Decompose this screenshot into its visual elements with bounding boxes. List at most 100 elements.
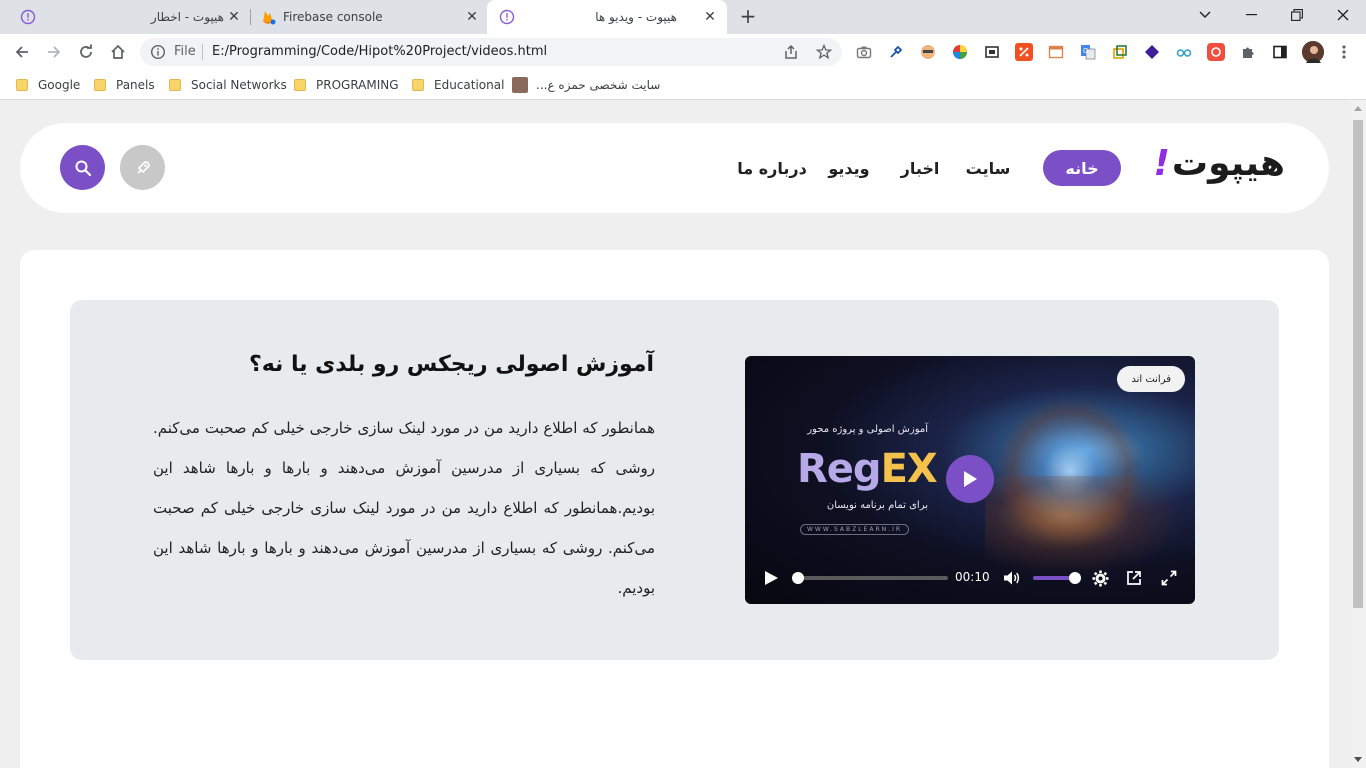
window-extension-icon[interactable] — [1047, 43, 1065, 61]
pip-button[interactable] — [1124, 568, 1144, 588]
nav-label: ویدیو — [828, 158, 870, 178]
color-wheel-extension-icon[interactable] — [951, 43, 969, 61]
play-button[interactable] — [761, 568, 781, 588]
browser-tab-videos[interactable]: هیپوت - ویدیو ها ✕ — [487, 0, 727, 34]
bookmark-label: Social Networks — [191, 78, 287, 92]
bookmark-panels[interactable]: Panels — [94, 76, 155, 94]
profile-avatar[interactable] — [1302, 41, 1324, 63]
page-scrollbar[interactable] — [1350, 101, 1366, 768]
bookmark-google[interactable]: Google — [16, 76, 80, 94]
close-icon[interactable]: ✕ — [226, 9, 242, 25]
browser-tab-firebase[interactable]: Firebase console ✕ — [252, 0, 486, 34]
poster-title-part: EX — [880, 446, 938, 492]
big-play-button[interactable] — [946, 455, 994, 503]
play-icon — [964, 471, 977, 487]
star-icon[interactable] — [815, 43, 833, 61]
side-panel-icon[interactable] — [1271, 43, 1289, 61]
minimize-button[interactable] — [1228, 0, 1274, 30]
bookmarks-bar: Google Panels Social Networks PROGRAMING… — [0, 70, 1366, 100]
bookmark-label: Google — [38, 78, 81, 92]
tab-search-button[interactable] — [1182, 0, 1228, 30]
reload-button[interactable] — [74, 40, 98, 64]
close-icon[interactable]: ✕ — [464, 9, 480, 25]
home-button[interactable] — [106, 40, 130, 64]
arrow-left-icon — [15, 46, 28, 58]
layers-extension-icon[interactable] — [1143, 43, 1161, 61]
mute-button[interactable] — [1002, 568, 1022, 588]
page-viewport: ! هیپوت خانه سایت اخبار ویدیو درباره ما … — [0, 101, 1350, 768]
browser-tab-warning[interactable]: هیپوت - اخطار ✕ — [8, 0, 248, 34]
search-button[interactable] — [60, 145, 105, 190]
nav-news[interactable]: اخبار — [892, 150, 948, 186]
video-controls: 00:10 — [745, 562, 1195, 594]
bookmark-personal-site[interactable]: سایت شخصی حمزه ع... — [512, 76, 660, 94]
browser-toolbar: File E:/Programming/Code/Hipot%20Project… — [0, 34, 1366, 70]
scroll-up-icon[interactable] — [1354, 106, 1362, 111]
avatar-extension-icon[interactable] — [919, 43, 937, 61]
category-badge[interactable]: فرانت اند — [1117, 366, 1185, 392]
close-window-button[interactable] — [1320, 0, 1366, 30]
folder-icon — [169, 79, 181, 91]
puzzle-icon[interactable] — [1239, 43, 1257, 61]
glasses-extension-icon[interactable] — [1175, 43, 1193, 61]
svg-text:G: G — [1083, 47, 1088, 55]
logo-text: هیپوت — [1171, 143, 1285, 184]
kebab-menu-icon[interactable] — [1335, 43, 1353, 61]
fullscreen-button[interactable] — [1159, 568, 1179, 588]
poster-particles — [985, 476, 1185, 576]
nav-home[interactable]: خانه — [1043, 150, 1121, 186]
arrow-right-icon — [48, 46, 61, 58]
restore-button[interactable] — [1274, 0, 1320, 30]
logo-mark: ! — [1153, 143, 1170, 184]
back-button[interactable] — [10, 40, 34, 64]
camera-extension-icon[interactable] — [855, 43, 873, 61]
seek-handle[interactable] — [792, 572, 804, 584]
nav-video[interactable]: ویدیو — [821, 150, 877, 186]
settings-button[interactable] — [1090, 568, 1110, 588]
folder-icon — [94, 79, 106, 91]
percent-extension-icon[interactable] — [1015, 43, 1033, 61]
tab-title: هیپوت - ویدیو ها — [595, 10, 677, 24]
forward-button[interactable] — [42, 40, 66, 64]
volume-handle[interactable] — [1069, 572, 1081, 584]
tab-title: هیپوت - اخطار — [150, 10, 224, 24]
theme-toggle-button[interactable] — [120, 145, 165, 190]
volume-icon — [1004, 571, 1020, 585]
info-icon[interactable] — [150, 44, 166, 60]
site-logo[interactable]: ! هیپوت — [1153, 143, 1285, 184]
nav-site[interactable]: سایت — [960, 150, 1016, 186]
poster-url: WWW.SABZLEARN.IR — [800, 524, 910, 535]
volume-slider[interactable] — [1033, 572, 1081, 584]
bookmark-label: PROGRAMING — [316, 78, 399, 92]
tab-divider — [250, 9, 251, 25]
folder-icon — [412, 79, 424, 91]
folder-icon — [16, 79, 28, 91]
browser-tab-strip: هیپوت - اخطار ✕ Firebase console ✕ هیپوت… — [0, 0, 1366, 34]
nav-label: سایت — [965, 158, 1011, 178]
bookmark-programing[interactable]: PROGRAMING — [294, 76, 399, 94]
scrollbar-thumb[interactable] — [1353, 120, 1363, 608]
nav-label: اخبار — [900, 158, 940, 178]
eyedropper-extension-icon[interactable] — [887, 43, 905, 61]
copy-extension-icon[interactable] — [1111, 43, 1129, 61]
record-extension-icon[interactable] — [1207, 43, 1225, 61]
fullscreen-icon — [1161, 570, 1177, 586]
share-icon[interactable] — [782, 43, 800, 61]
close-icon[interactable]: ✕ — [702, 9, 718, 25]
video-player[interactable]: فرانت اند آموزش اصولی و پروژه محور RegEX… — [745, 356, 1195, 604]
seek-bar[interactable] — [792, 572, 948, 584]
measure-extension-icon[interactable] — [983, 43, 1001, 61]
alert-circle-icon — [20, 9, 36, 25]
bookmark-social-networks[interactable]: Social Networks — [169, 76, 287, 94]
new-tab-button[interactable]: + — [737, 6, 759, 28]
current-time: 00:10 — [955, 570, 990, 584]
play-icon — [764, 571, 778, 585]
close-icon — [1337, 9, 1349, 21]
scroll-down-icon[interactable] — [1354, 757, 1362, 762]
address-bar[interactable]: File E:/Programming/Code/Hipot%20Project… — [140, 38, 842, 66]
url-text[interactable]: E:/Programming/Code/Hipot%20Project/vide… — [212, 44, 547, 59]
nav-about[interactable]: درباره ما — [735, 150, 809, 186]
bookmark-educational[interactable]: Educational — [412, 76, 504, 94]
translate-extension-icon[interactable]: G — [1079, 43, 1097, 61]
gear-icon — [1092, 570, 1108, 586]
